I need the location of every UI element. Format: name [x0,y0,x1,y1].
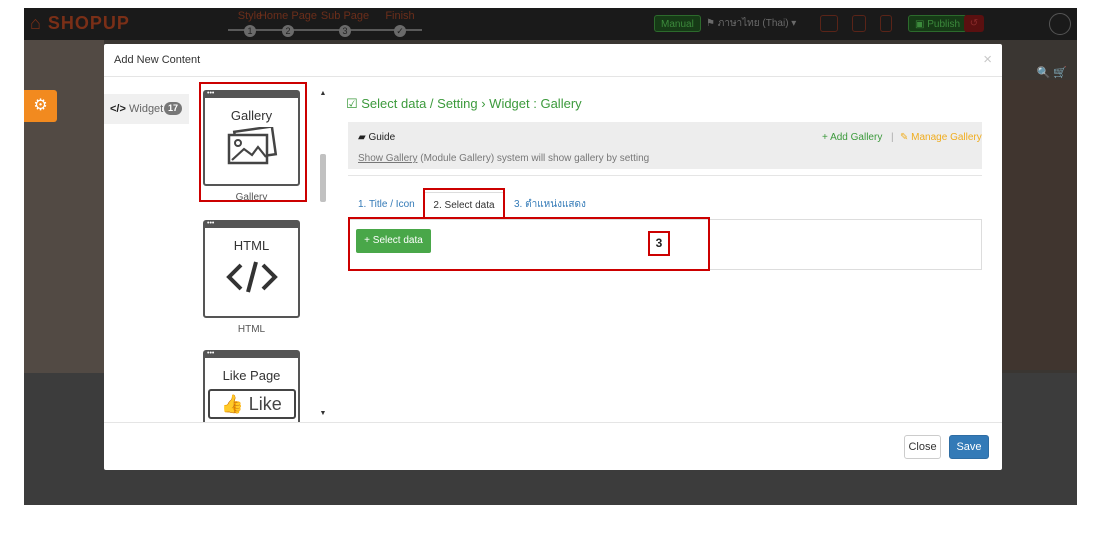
user-avatar[interactable] [1049,13,1071,35]
mobile-view-icon[interactable] [880,15,892,32]
step-finish[interactable]: Finish ✓ [370,10,430,37]
book-icon: ▰ [358,132,369,143]
language-selector[interactable]: ⚑ ภาษาไทย (Thai) ▾ [700,15,802,32]
widget-card-like-page[interactable]: ••• Like Page 👍 Like [203,350,300,422]
annotation-step-number: 3 [648,231,670,256]
content-heading: ☑ Select data / Setting › Widget : Galle… [346,96,582,111]
tablet-view-icon[interactable] [852,15,866,32]
desktop-view-icon[interactable] [820,15,838,32]
scroll-down-arrow-icon[interactable]: ▼ [318,409,328,419]
widget-caption: HTML [237,324,266,335]
close-icon[interactable]: × [983,51,992,68]
site-search-cart-icons[interactable]: 🔍 🛒 [1037,66,1067,79]
guide-label: ▰ Guide [358,132,396,143]
tab-title-icon[interactable]: 1. Title / Icon [358,192,415,218]
category-label: Widget [129,103,164,115]
card-window-bar: ••• [205,220,298,228]
show-gallery-link[interactable]: Show Gallery [358,153,417,164]
guide-box: ▰ Guide Show Gallery (Module Gallery) sy… [348,122,982,169]
code-icon [225,261,278,293]
category-count-badge: 17 [164,102,182,115]
widget-list: ••• Gallery Gallery ••• HTML HTML ••• Li… [199,82,323,422]
modal-title: Add New Content [114,54,201,66]
highlight-box [199,82,307,202]
add-content-modal: Add New Content × </> Widget 17 ••• Gall… [104,44,1002,470]
scroll-up-arrow-icon[interactable]: ▲ [318,89,328,99]
divider [348,175,982,176]
modal-header: Add New Content × [104,44,1002,77]
home-icon: ⌂ [30,13,42,33]
wizard-steps: Style 1 Home Page 2 Sub Page 3 Finish ✓ [220,10,430,38]
editor-topbar: ⌂ SHOPUP Style 1 Home Page 2 Sub Page 3 Fini… [24,8,1077,40]
manage-gallery-link[interactable]: ✎ Manage Gallery [900,132,982,143]
publish-button[interactable]: ▣ Publish [908,15,968,32]
widget-card-title: HTML [233,238,270,253]
tab-display-position[interactable]: 3. ตำแหน่งแสดง [514,192,586,218]
hero-image-right [997,80,1077,370]
manual-button[interactable]: Manual [654,15,701,32]
card-window-bar: ••• [205,350,298,358]
settings-gear-icon[interactable]: ⚙ [24,90,57,122]
save-button[interactable]: Save [949,435,989,459]
highlight-box [423,188,505,220]
save-disk-icon: ▣ [915,19,928,30]
thumbs-up-icon: 👍 Like [207,389,296,419]
step-sub-page[interactable]: Sub Page 3 [315,10,375,37]
link-separator: | [891,132,894,143]
category-widget[interactable]: </> Widget 17 [104,94,189,124]
add-gallery-link[interactable]: + Add Gallery [822,132,882,143]
step-home-page[interactable]: Home Page 2 [258,10,318,37]
brand-logo: ⌂ SHOPUP [30,13,130,33]
code-icon: </> [110,103,126,115]
scroll-thumb[interactable] [320,154,326,202]
close-button[interactable]: Close [904,435,941,459]
widget-card-title: Like Page [222,368,281,383]
modal-footer: Close Save [104,422,1002,471]
guide-text: Show Gallery (Module Gallery) system wil… [358,153,650,164]
widget-card-html[interactable]: ••• HTML [203,220,300,318]
undo-button[interactable]: ↺ [964,15,984,32]
widget-list-scrollbar[interactable]: ▲ ▼ [318,89,328,419]
